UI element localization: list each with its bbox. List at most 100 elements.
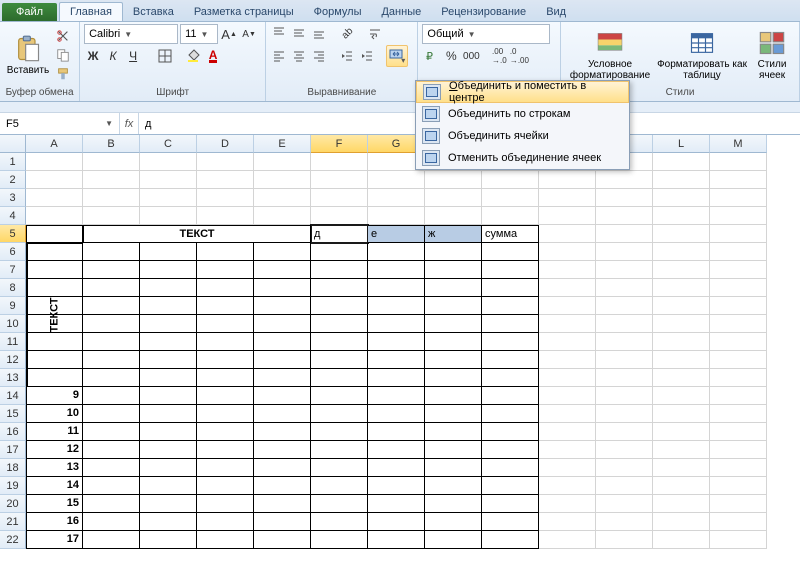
col-header[interactable]: F (311, 135, 368, 153)
cell[interactable] (425, 459, 482, 477)
cell[interactable] (140, 495, 197, 513)
cell[interactable] (311, 531, 368, 549)
cell[interactable]: 13 (26, 459, 83, 477)
cell[interactable] (311, 315, 368, 333)
col-header[interactable]: L (653, 135, 710, 153)
row-header[interactable]: 7 (0, 261, 26, 279)
worksheet-grid[interactable]: A B C D E F G H I J K L M 12345дежсумма6… (0, 135, 800, 549)
cell[interactable] (653, 333, 710, 351)
copy-button[interactable] (54, 46, 72, 64)
cell[interactable]: д (311, 225, 368, 243)
cell[interactable] (368, 369, 425, 387)
col-header[interactable]: B (83, 135, 140, 153)
tab-view[interactable]: Вид (536, 3, 576, 21)
cell[interactable] (140, 207, 197, 225)
row-header[interactable]: 17 (0, 441, 26, 459)
cell[interactable] (254, 459, 311, 477)
align-right-button[interactable] (310, 47, 328, 65)
cell[interactable] (482, 243, 539, 261)
cell[interactable] (311, 207, 368, 225)
col-header[interactable]: M (710, 135, 767, 153)
cell[interactable] (311, 261, 368, 279)
italic-button[interactable]: К (104, 47, 122, 65)
cell[interactable] (254, 171, 311, 189)
cell[interactable] (710, 513, 767, 531)
cell[interactable] (425, 387, 482, 405)
cell[interactable] (83, 441, 140, 459)
cell[interactable] (254, 315, 311, 333)
cell[interactable] (197, 495, 254, 513)
cell[interactable] (83, 387, 140, 405)
cell[interactable] (254, 333, 311, 351)
cell[interactable] (539, 171, 596, 189)
cell[interactable] (425, 207, 482, 225)
format-painter-button[interactable] (54, 65, 72, 83)
cell[interactable] (254, 441, 311, 459)
cell[interactable] (596, 459, 653, 477)
cell[interactable] (311, 387, 368, 405)
cell[interactable] (539, 495, 596, 513)
cell[interactable] (482, 513, 539, 531)
cell[interactable] (197, 513, 254, 531)
cell[interactable] (368, 297, 425, 315)
cell[interactable]: 15 (26, 495, 83, 513)
cell[interactable] (482, 441, 539, 459)
cell[interactable] (311, 405, 368, 423)
row-header[interactable]: 15 (0, 405, 26, 423)
cell[interactable] (482, 477, 539, 495)
conditional-formatting-button[interactable]: Условное форматирование (565, 25, 655, 85)
cell[interactable] (140, 351, 197, 369)
cell[interactable] (368, 459, 425, 477)
cell[interactable] (596, 261, 653, 279)
cell[interactable] (254, 495, 311, 513)
cell[interactable] (539, 189, 596, 207)
cell[interactable] (197, 477, 254, 495)
cell[interactable] (425, 477, 482, 495)
cell[interactable] (653, 441, 710, 459)
underline-button[interactable]: Ч (124, 47, 142, 65)
cell[interactable] (539, 513, 596, 531)
cell[interactable] (596, 513, 653, 531)
cell[interactable] (368, 387, 425, 405)
tab-formulas[interactable]: Формулы (304, 3, 372, 21)
font-family-combo[interactable]: Calibri▼ (84, 24, 178, 44)
decrease-indent-button[interactable] (338, 47, 356, 65)
cell[interactable] (197, 153, 254, 171)
align-left-button[interactable] (270, 47, 288, 65)
cell[interactable] (539, 369, 596, 387)
cell[interactable] (710, 405, 767, 423)
cell[interactable] (26, 153, 83, 171)
cell[interactable] (140, 477, 197, 495)
tab-insert[interactable]: Вставка (123, 3, 184, 21)
cell[interactable] (482, 369, 539, 387)
font-size-combo[interactable]: 11▼ (180, 24, 218, 44)
cell[interactable] (710, 351, 767, 369)
shrink-font-button[interactable]: A▼ (240, 25, 258, 43)
fx-button[interactable]: fx (120, 118, 138, 130)
cell-styles-button[interactable]: Стили ячеек (749, 25, 795, 85)
cell[interactable] (368, 171, 425, 189)
cell[interactable] (140, 423, 197, 441)
cell[interactable] (539, 423, 596, 441)
cell[interactable] (596, 477, 653, 495)
cell[interactable] (653, 243, 710, 261)
cell[interactable] (653, 279, 710, 297)
cell[interactable] (197, 297, 254, 315)
cell[interactable] (596, 441, 653, 459)
cell[interactable] (368, 243, 425, 261)
cell[interactable] (710, 279, 767, 297)
increase-indent-button[interactable] (358, 47, 376, 65)
cell[interactable] (311, 351, 368, 369)
cell[interactable] (710, 189, 767, 207)
row-header[interactable]: 1 (0, 153, 26, 171)
cell[interactable] (140, 189, 197, 207)
cell[interactable] (140, 153, 197, 171)
cell[interactable] (653, 153, 710, 171)
cell[interactable]: сумма (482, 225, 539, 243)
cell[interactable]: е (368, 225, 425, 243)
cell[interactable] (425, 369, 482, 387)
cell[interactable]: 10 (26, 405, 83, 423)
cell[interactable] (254, 279, 311, 297)
cell[interactable] (311, 153, 368, 171)
cell[interactable]: 12 (26, 441, 83, 459)
